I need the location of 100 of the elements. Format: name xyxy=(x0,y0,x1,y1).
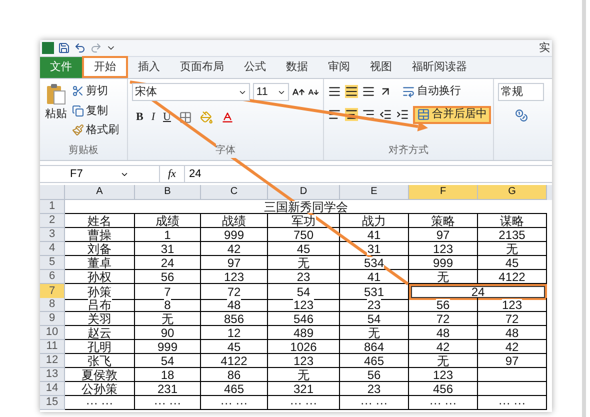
table-cell: 42 xyxy=(478,340,547,354)
table-cell: 战力 xyxy=(340,214,409,228)
ribbon-tab[interactable]: 文件 xyxy=(40,57,82,78)
row-header[interactable]: 9 xyxy=(40,312,65,326)
column-header[interactable]: G xyxy=(478,185,547,200)
table-cell: 23 xyxy=(340,298,409,312)
row-header[interactable]: 5 xyxy=(40,256,65,270)
table-cell: 成绩 xyxy=(135,214,201,228)
ribbon-tab[interactable]: 页面布局 xyxy=(170,57,234,78)
table-cell: 42 xyxy=(201,242,268,256)
row-header[interactable]: 1 xyxy=(40,200,65,214)
table-cell: 54 xyxy=(135,354,201,368)
table-cell: 56 xyxy=(409,298,478,312)
ribbon-tab[interactable]: 数据 xyxy=(276,57,318,78)
table-cell: ··· ··· xyxy=(65,396,135,410)
table-cell: 546 xyxy=(268,312,340,326)
table-cell: 无 xyxy=(478,242,547,256)
table-cell: 123 xyxy=(201,270,268,284)
align-bottom-icon[interactable] xyxy=(362,84,375,98)
table-cell: 策略 xyxy=(409,214,478,228)
font-size-field[interactable]: 11 xyxy=(253,83,289,101)
decrease-indent-icon[interactable] xyxy=(379,108,392,121)
ribbon-tab[interactable]: 公式 xyxy=(234,57,276,78)
table-cell: 刘备 xyxy=(65,242,135,256)
font-color-icon[interactable] xyxy=(220,110,234,124)
name-box[interactable]: F7 xyxy=(40,166,160,182)
table-cell: 45 xyxy=(478,256,547,270)
column-header[interactable]: F xyxy=(409,185,478,200)
row-header[interactable]: 3 xyxy=(40,228,65,242)
font-name-field[interactable]: 宋体 xyxy=(132,83,250,101)
table-cell: 999 xyxy=(201,228,268,242)
table-cell: 张飞 xyxy=(65,354,135,368)
table-cell: 456 xyxy=(409,382,478,396)
table-cell: 关羽 xyxy=(65,312,135,326)
row-header[interactable]: 8 xyxy=(40,298,65,312)
undo-icon[interactable] xyxy=(74,42,86,54)
shrink-font-icon[interactable] xyxy=(308,86,319,98)
ribbon-tab[interactable]: 审阅 xyxy=(318,57,360,78)
table-cell: 23 xyxy=(268,270,340,284)
table-cell: 吕布 xyxy=(65,298,135,312)
table-cell: 48 xyxy=(201,298,268,312)
table-cell: 1 xyxy=(135,228,201,242)
empty-cell xyxy=(478,382,547,396)
row-header[interactable]: 10 xyxy=(40,326,65,340)
row-header[interactable]: 6 xyxy=(40,270,65,284)
table-title: 三国新秀同学会 xyxy=(264,200,348,212)
column-header[interactable]: C xyxy=(201,185,268,200)
table-cell: 465 xyxy=(340,354,409,368)
column-header[interactable]: B xyxy=(135,185,201,200)
italic-button[interactable]: I xyxy=(151,109,156,126)
merge-center-button[interactable]: 合并后居中 xyxy=(413,106,491,124)
table-cell: 曹操 xyxy=(65,228,135,242)
merged-cell[interactable]: 24 xyxy=(409,284,547,300)
border-icon[interactable] xyxy=(178,110,192,124)
row-header[interactable]: 2 xyxy=(40,214,65,228)
row-header[interactable]: 14 xyxy=(40,382,65,396)
number-format-field[interactable]: 常规 xyxy=(498,83,544,101)
table-cell: 321 xyxy=(268,382,340,396)
column-header[interactable]: A xyxy=(65,185,135,200)
save-icon[interactable] xyxy=(58,42,70,54)
format-painter-button[interactable]: 格式刷 xyxy=(72,122,119,138)
bold-button[interactable]: B xyxy=(136,109,144,126)
table-cell: 48 xyxy=(478,326,547,340)
ribbon-tab[interactable]: 视图 xyxy=(360,57,402,78)
table-cell: 999 xyxy=(409,256,478,270)
row-header[interactable]: 12 xyxy=(40,354,65,368)
cut-button[interactable]: 剪切 xyxy=(72,83,119,100)
copy-button[interactable]: 复制 xyxy=(72,102,119,119)
ribbon-tab[interactable]: 插入 xyxy=(128,57,170,78)
row-header[interactable]: 11 xyxy=(40,340,65,354)
increase-indent-icon[interactable] xyxy=(396,108,409,121)
table-cell: 无 xyxy=(135,312,201,326)
row-header[interactable]: 13 xyxy=(40,368,65,382)
table-cell: 18 xyxy=(135,368,201,382)
align-top-icon[interactable] xyxy=(328,84,341,98)
ribbon-tab[interactable]: 福昕阅读器 xyxy=(402,57,477,78)
scissors-icon xyxy=(72,85,84,98)
function-label[interactable]: fx xyxy=(160,166,184,182)
table-cell: 孔明 xyxy=(65,340,135,354)
paste-button[interactable]: 粘贴 xyxy=(40,83,72,143)
table-cell: 864 xyxy=(340,340,409,354)
merge-cells-icon xyxy=(417,108,430,121)
row-header[interactable]: 4 xyxy=(40,242,65,256)
table-cell: 公孙策 xyxy=(65,382,135,396)
table-cell: ··· ··· xyxy=(340,396,409,410)
table-cell: ··· ··· xyxy=(409,396,478,410)
table-cell: 孙权 xyxy=(65,270,135,284)
table-cell: 谋略 xyxy=(478,214,547,228)
align-middle-icon[interactable] xyxy=(345,84,358,98)
table-cell: 无 xyxy=(340,326,409,340)
ribbon-tab[interactable]: 开始 xyxy=(82,56,128,78)
group-label: 字体 xyxy=(216,143,236,158)
wrap-text-button[interactable]: 自动换行 xyxy=(402,83,461,100)
row-header[interactable]: 15 xyxy=(40,396,65,410)
table-cell: ··· ··· xyxy=(478,396,547,410)
table-cell: 231 xyxy=(135,382,201,396)
table-cell: ··· ··· xyxy=(135,396,201,410)
clipboard-icon xyxy=(46,83,66,105)
table-cell: 45 xyxy=(268,242,340,256)
fill-color-icon[interactable] xyxy=(200,110,213,124)
